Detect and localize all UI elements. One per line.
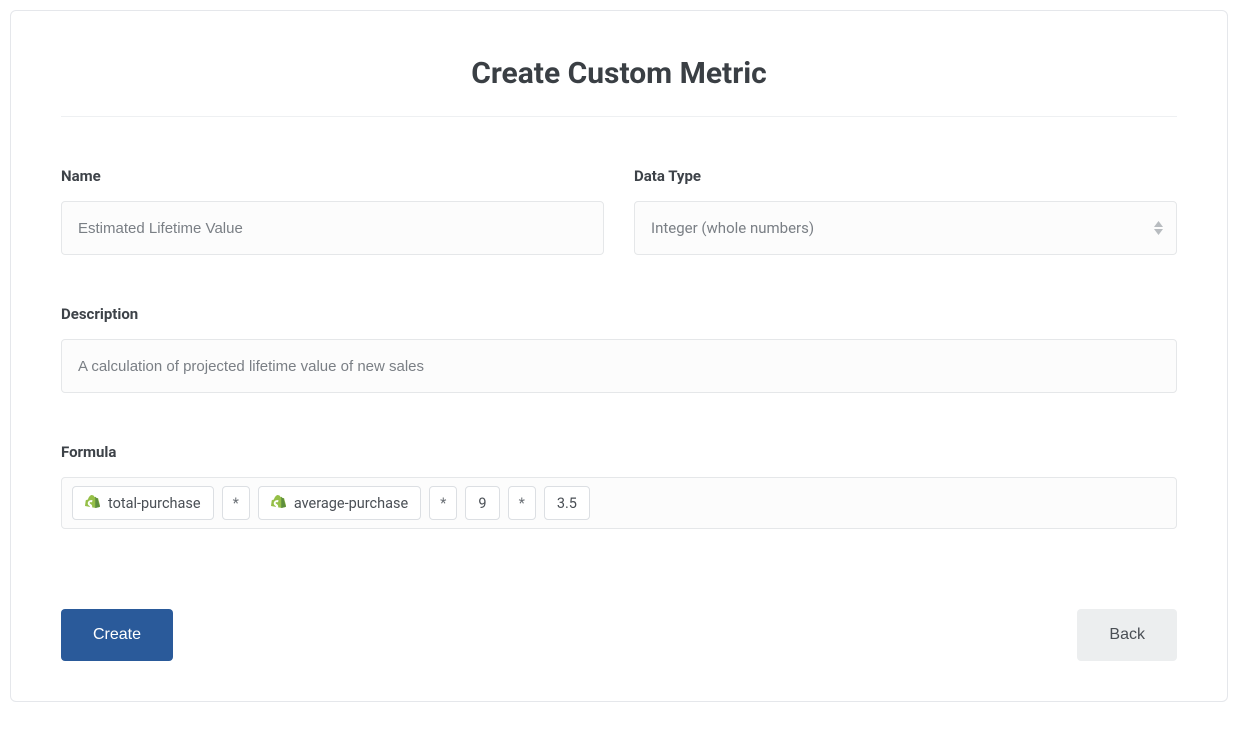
formula-token-operator[interactable]: * [222,486,250,520]
formula-token-text: average-purchase [294,495,408,512]
formula-token-text: 3.5 [557,495,577,512]
name-label: Name [61,167,604,185]
description-field-group: Description [61,305,1177,393]
datatype-select[interactable]: Integer (whole numbers) [634,201,1177,255]
datatype-field-group: Data Type Integer (whole numbers) [634,167,1177,255]
datatype-select-wrap: Integer (whole numbers) [634,201,1177,255]
formula-token-number[interactable]: 9 [465,486,499,520]
shopify-icon [271,495,286,512]
name-input[interactable] [61,201,604,255]
create-metric-card: Create Custom Metric Name Data Type Inte… [10,10,1228,702]
formula-token-text: * [440,495,446,512]
formula-token-variable[interactable]: total-purchase [72,486,214,520]
formula-token-text: * [233,495,239,512]
formula-token-variable[interactable]: average-purchase [258,486,421,520]
create-button[interactable]: Create [61,609,173,661]
button-row: Create Back [61,609,1177,661]
back-button[interactable]: Back [1077,609,1177,661]
datatype-label: Data Type [634,167,1177,185]
formula-token-text: * [519,495,525,512]
formula-input[interactable]: total-purchase * average-purchase * 9 * [61,477,1177,529]
datatype-selected-value: Integer (whole numbers) [651,219,814,237]
formula-label: Formula [61,443,1177,461]
formula-field-group: Formula total-purchase * average-purchas… [61,443,1177,529]
description-label: Description [61,305,1177,323]
description-input[interactable] [61,339,1177,393]
formula-token-text: total-purchase [108,495,201,512]
page-title: Create Custom Metric [61,56,1177,91]
formula-token-text: 9 [478,495,486,512]
formula-token-operator[interactable]: * [508,486,536,520]
formula-token-operator[interactable]: * [429,486,457,520]
name-field-group: Name [61,167,604,255]
formula-token-number[interactable]: 3.5 [544,486,590,520]
row-name-type: Name Data Type Integer (whole numbers) [61,167,1177,255]
divider [61,116,1177,117]
shopify-icon [85,495,100,512]
